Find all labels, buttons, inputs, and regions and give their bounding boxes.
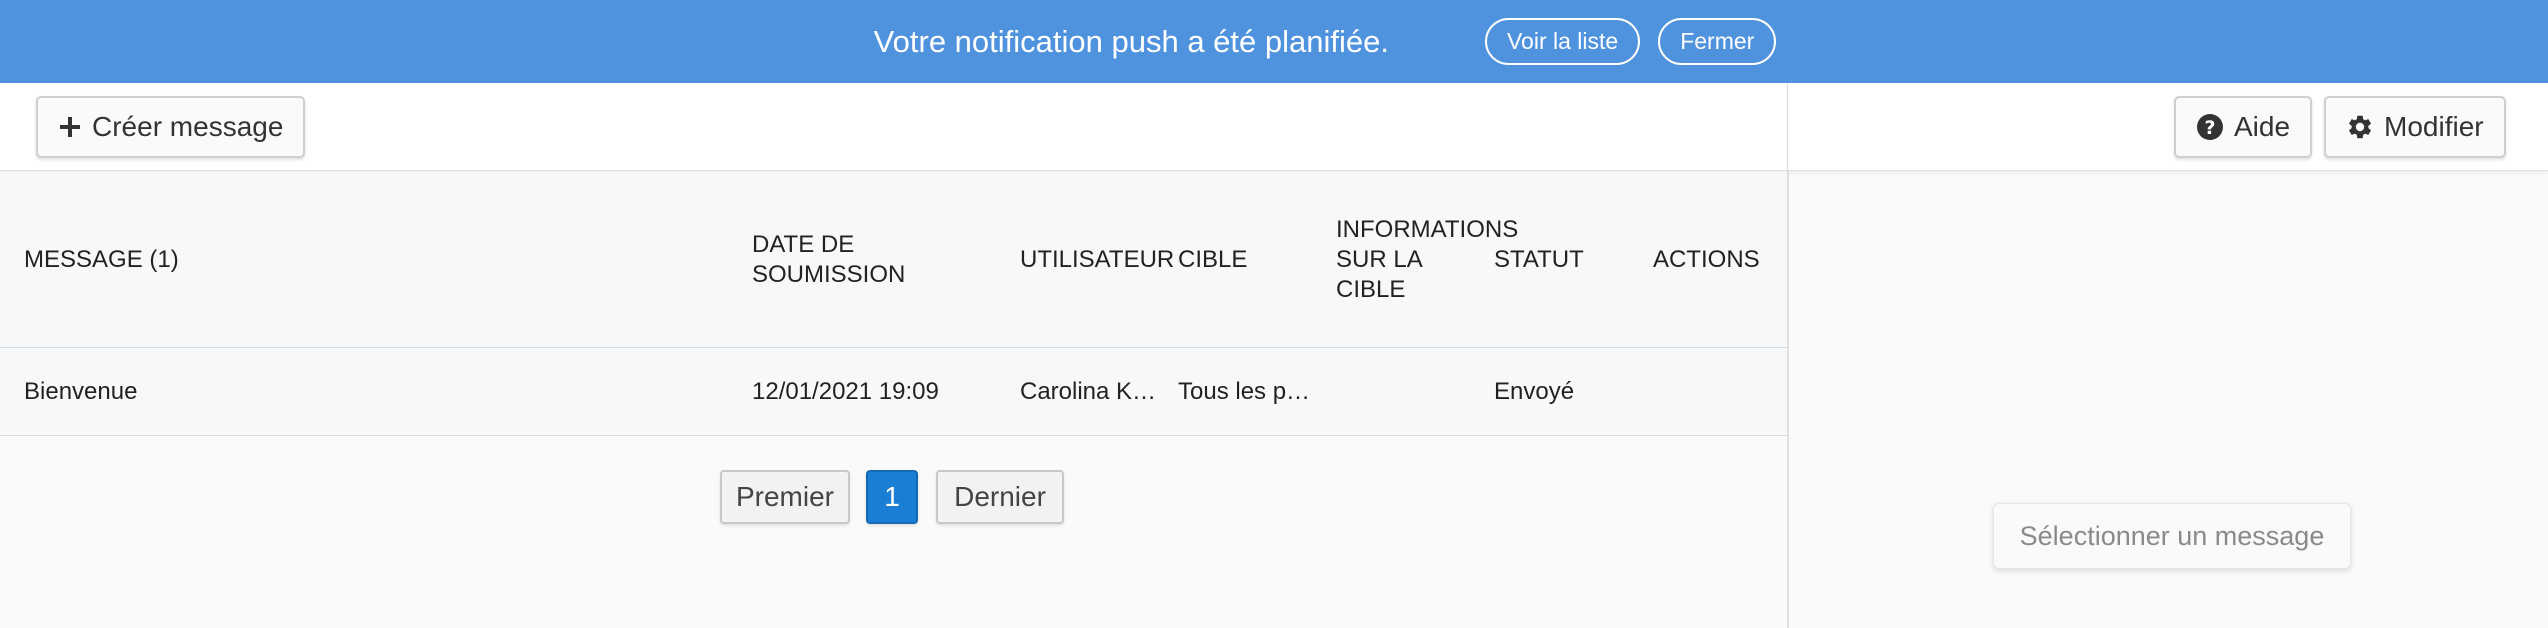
column-date-line-1: DATE DE: [752, 231, 855, 258]
pagination-page-1[interactable]: 1: [866, 470, 918, 524]
close-banner-button[interactable]: Fermer: [1658, 18, 1777, 65]
column-target-info-line-1: INFORMATIONS: [1336, 216, 1519, 243]
messages-table: MESSAGE (1) DATE DE SOUMISSION UTILISATE…: [0, 172, 1787, 436]
help-label: Aide: [2234, 111, 2291, 142]
column-status[interactable]: STATUT: [1494, 172, 1584, 348]
svg-text:?: ?: [2204, 117, 2215, 139]
column-target-info[interactable]: INFORMATIONS SUR LA CIBLE: [1336, 172, 1518, 348]
notification-message: Votre notification push a été planifiée.: [873, 23, 1389, 59]
cell-date: 12/01/2021 19:09: [752, 378, 939, 405]
column-user[interactable]: UTILISATEUR: [1020, 172, 1174, 348]
settings-label: Modifier: [2384, 111, 2484, 142]
create-message-label: Créer message: [92, 111, 284, 142]
gear-icon: [2346, 113, 2374, 141]
table-header: MESSAGE (1) DATE DE SOUMISSION UTILISATE…: [0, 172, 1787, 348]
select-message-placeholder[interactable]: Sélectionner un message: [1993, 503, 2351, 569]
cell-status: Envoyé: [1494, 378, 1575, 405]
notification-banner: Votre notification push a été planifiée.…: [0, 0, 2548, 83]
cell-message: Bienvenue: [24, 378, 138, 405]
plus-icon: [58, 115, 82, 139]
column-target-info-line-3: CIBLE: [1336, 276, 1406, 303]
cell-user: Carolina K…: [1020, 378, 1157, 405]
column-target-info-line-2: SUR LA: [1336, 246, 1423, 273]
table-row[interactable]: Bienvenue 12/01/2021 19:09 Carolina K… T…: [0, 348, 1787, 436]
create-message-button[interactable]: Créer message: [36, 96, 306, 158]
cell-target: Tous les p…: [1178, 378, 1311, 405]
column-actions: ACTIONS: [1653, 246, 1760, 273]
settings-button[interactable]: Modifier: [2324, 96, 2506, 158]
detail-toolbar: ? Aide Modifier: [1788, 83, 2548, 171]
list-toolbar: Créer message: [0, 83, 1787, 171]
column-target[interactable]: CIBLE: [1178, 172, 1247, 348]
question-circle-icon: ?: [2196, 113, 2224, 141]
column-date[interactable]: DATE DE SOUMISSION: [752, 172, 905, 348]
help-button[interactable]: ? Aide: [2174, 96, 2313, 158]
column-date-line-2: SOUMISSION: [752, 261, 906, 288]
column-message[interactable]: MESSAGE (1): [24, 172, 179, 348]
pagination-first-button[interactable]: Premier: [720, 470, 850, 524]
view-list-button[interactable]: Voir la liste: [1484, 18, 1641, 65]
pagination-last-button[interactable]: Dernier: [936, 470, 1064, 524]
